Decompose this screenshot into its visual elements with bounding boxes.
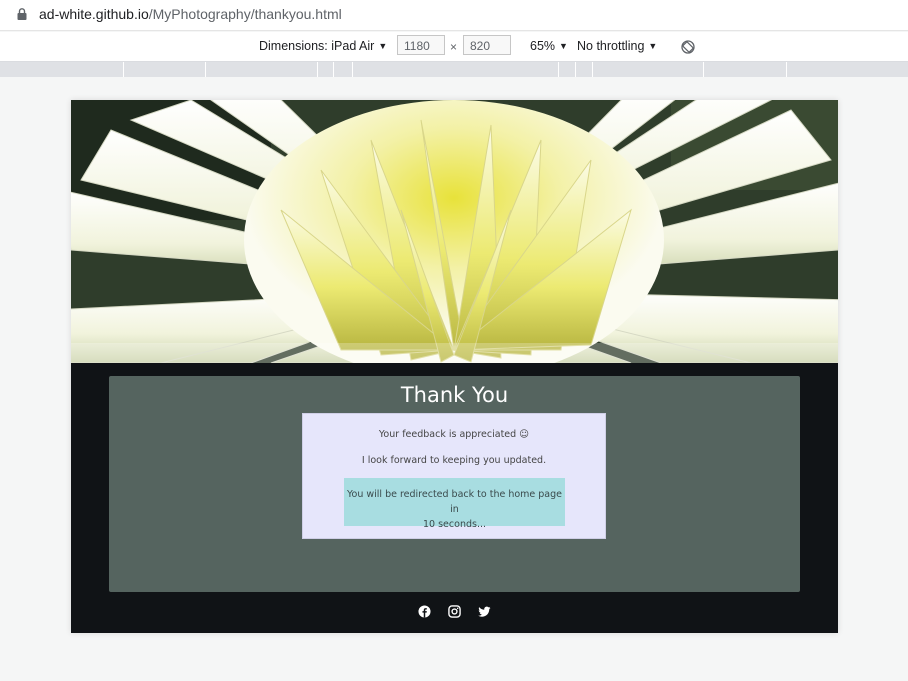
ruler-tick [317,62,318,77]
device-toolbar: Dimensions: iPad Air ▼ 1180 × 820 65% ▼ No… [0,32,908,62]
ruler-tick [333,62,334,77]
lock-icon [17,8,27,20]
feedback-message: Your feedback is appreciated ☺ [378,429,530,440]
message-box: Your feedback is appreciated ☺ I look fo… [302,413,606,539]
dahlia-flower-image [71,100,838,363]
ruler-tick [575,62,576,77]
redirect-line-1: You will be redirected back to the home … [346,489,563,515]
zoom-dropdown[interactable]: 65% ▼ [530,39,568,53]
redirect-line-2: 10 seconds... [423,519,486,530]
caret-down-icon: ▼ [378,41,388,51]
dimensions-label: Dimensions: iPad Air [259,39,375,53]
update-message: I look forward to keeping you updated. [361,455,547,466]
throttling-dropdown[interactable]: No throttling ▼ [577,39,657,53]
redirect-notice: You will be redirected back to the home … [344,478,565,530]
hero-image [71,100,838,363]
url-domain: ad-white.github.io [39,6,149,22]
facebook-icon[interactable] [418,605,431,618]
page-title: Thank You [400,383,509,407]
instagram-icon[interactable] [448,605,461,618]
thank-you-card: Thank You Your feedback is appreciated ☺… [109,376,800,592]
height-input[interactable]: 820 [463,35,511,55]
dimension-separator: × [450,40,458,54]
ruler-tick [352,62,353,77]
ruler-tick [123,62,124,77]
social-links [71,601,838,620]
twitter-icon[interactable] [478,605,491,618]
browser-address-bar[interactable]: ad-white.github.io/MyPhotography/thankyo… [0,0,908,31]
ruler-tick [786,62,787,77]
caret-down-icon: ▼ [559,41,568,51]
throttling-label: No throttling [577,39,645,53]
url-path: /MyPhotography/thankyou.html [148,6,342,22]
media-query-ruler[interactable] [0,62,908,77]
ruler-tick [558,62,559,77]
width-input[interactable]: 1180 [397,35,445,55]
dimensions-dropdown[interactable]: Dimensions: iPad Air ▼ [259,39,387,53]
rotate-icon[interactable] [680,39,696,55]
emulated-page: Thank You Your feedback is appreciated ☺… [71,100,838,633]
caret-down-icon: ▼ [648,41,658,51]
ruler-tick [205,62,206,77]
url-text[interactable]: ad-white.github.io/MyPhotography/thankyo… [39,6,342,22]
ruler-tick [703,62,704,77]
zoom-label: 65% [530,39,556,53]
ruler-tick [592,62,593,77]
